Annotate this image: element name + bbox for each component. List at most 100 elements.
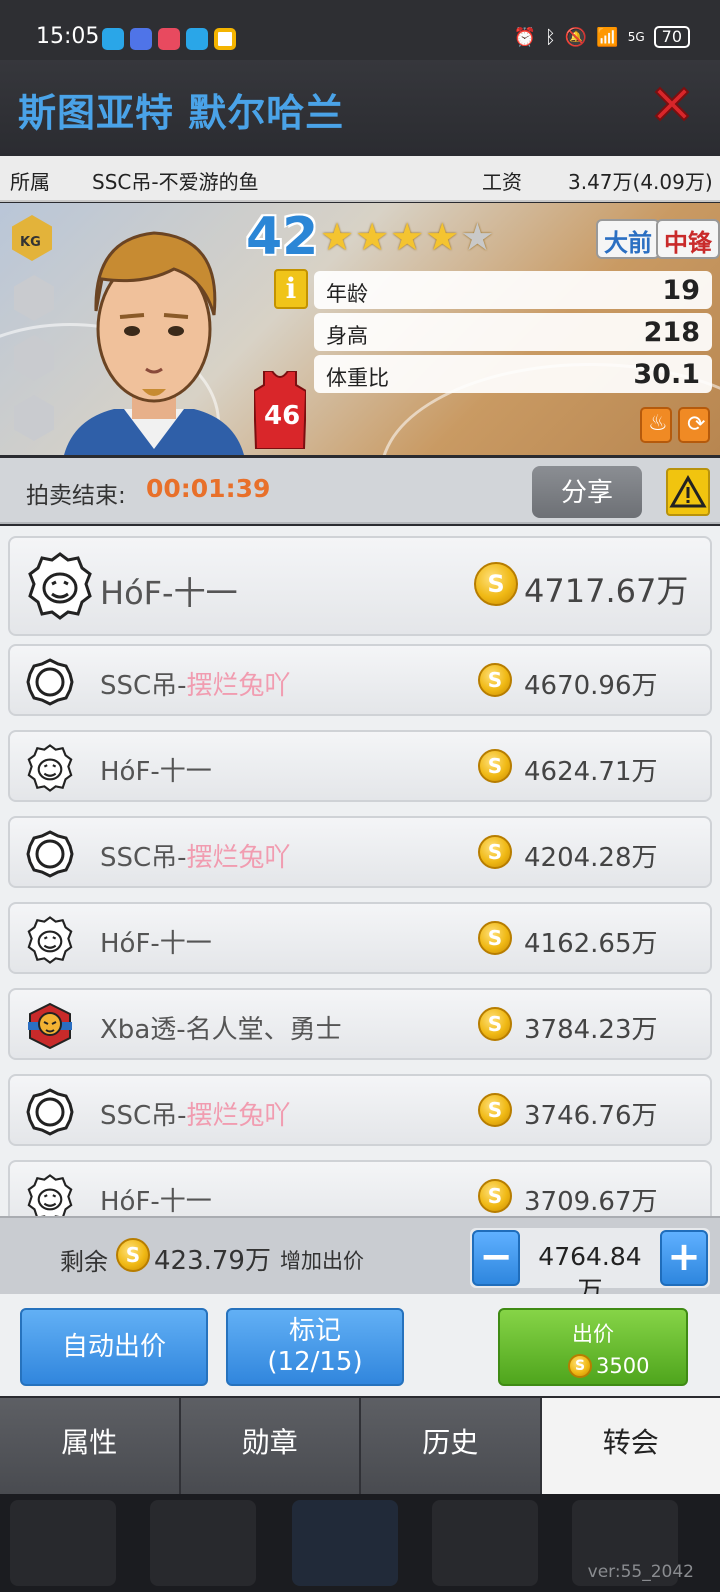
bid-row[interactable]: HóF-十一 S 4162.65万 bbox=[8, 902, 712, 974]
bid-row[interactable]: SSC吊-摆烂兔吖 S 4204.28万 bbox=[8, 816, 712, 888]
nav-ghost-icon bbox=[10, 1500, 116, 1586]
nav-ghost-icon bbox=[150, 1500, 256, 1586]
coin-icon: S bbox=[116, 1238, 150, 1272]
ring-emblem-icon bbox=[26, 658, 74, 706]
locked-slot-icon[interactable] bbox=[14, 275, 54, 321]
network-type: 5G bbox=[627, 30, 645, 44]
place-bid-label: 出价 bbox=[572, 1322, 614, 1346]
coin-icon: S bbox=[478, 921, 512, 955]
auction-end-label: 拍卖结束: bbox=[26, 483, 126, 509]
mail-notification-icon bbox=[130, 28, 152, 50]
team-salary-row: 所属 SSC吊-不爱游的鱼 工资 3.47万(4.09万) bbox=[0, 156, 720, 202]
bid-row[interactable]: HóF-十一 S 3709.67万 bbox=[8, 1160, 712, 1216]
warning-icon[interactable] bbox=[666, 468, 710, 516]
star-icon: ★ bbox=[320, 215, 355, 259]
mark-button[interactable]: 标记 (12/15) bbox=[226, 1308, 404, 1386]
status-time: 15:05 bbox=[36, 24, 100, 49]
tab-history[interactable]: 历史 bbox=[361, 1398, 540, 1494]
share-button[interactable]: 分享 bbox=[532, 466, 642, 518]
star-icon: ★ bbox=[425, 215, 460, 259]
player-avatar bbox=[64, 231, 244, 455]
bid-panel: 剩余 S 423.79万 增加出价 − 4764.84万 + bbox=[0, 1216, 720, 1305]
wifi-icon: 📶 bbox=[596, 26, 619, 48]
nav-ghost-icon bbox=[432, 1500, 538, 1586]
nav-ghost-icon bbox=[292, 1500, 398, 1586]
place-bid-button[interactable]: 出价 S 3500 bbox=[498, 1308, 688, 1386]
book-notification-icon bbox=[158, 28, 180, 50]
bid-team: SSC吊-摆烂兔吖 bbox=[100, 843, 291, 873]
coin-icon: S bbox=[478, 1007, 512, 1041]
player-card: KG 46 42 ★ ★ ★ ★ ★ 大前 中锋 i 年龄 19 身高 218 … bbox=[0, 203, 720, 455]
coin-icon: S bbox=[478, 1179, 512, 1213]
tab-attributes[interactable]: 属性 bbox=[0, 1398, 179, 1494]
mark-count: (12/15) bbox=[267, 1347, 363, 1377]
version-label: ver:55_2042 bbox=[587, 1562, 694, 1582]
pumpkin-emblem-icon bbox=[27, 1174, 73, 1216]
bid-team: HóF-十一 bbox=[100, 757, 212, 787]
bid-amount: 4670.96万 bbox=[524, 671, 658, 701]
info-icon[interactable]: i bbox=[274, 269, 308, 309]
tab-bar: 属性 勋章 历史 转会 bbox=[0, 1398, 720, 1494]
title-bar: 斯图亚特 默尔哈兰 bbox=[0, 60, 720, 153]
coin-icon: S bbox=[478, 663, 512, 697]
tab-medals[interactable]: 勋章 bbox=[180, 1398, 359, 1494]
tab-transfer[interactable]: 转会 bbox=[541, 1398, 720, 1494]
fire-icon[interactable]: ♨ bbox=[640, 407, 672, 443]
auto-bid-button[interactable]: 自动出价 bbox=[20, 1308, 208, 1386]
place-bid-cost: 3500 bbox=[596, 1354, 650, 1378]
bid-row-leading[interactable]: HóF-十一 S 4717.67万 bbox=[8, 536, 712, 636]
browser-notification-icon bbox=[214, 28, 236, 50]
bid-row[interactable]: SSC吊-摆烂兔吖 S 3746.76万 bbox=[8, 1074, 712, 1146]
attribute-age: 年龄 19 bbox=[314, 271, 712, 309]
auction-bar: 拍卖结束: 00:01:39 分享 bbox=[0, 458, 720, 524]
attribute-height: 身高 218 bbox=[314, 313, 712, 351]
increase-bid-button[interactable]: + bbox=[660, 1230, 708, 1286]
salary-value: 3.47万(4.09万) bbox=[568, 170, 713, 194]
coin-icon: S bbox=[478, 835, 512, 869]
bid-row[interactable]: HóF-十一 S 4624.71万 bbox=[8, 730, 712, 802]
bid-amount: 3709.67万 bbox=[524, 1187, 658, 1216]
bid-team: SSC吊-摆烂兔吖 bbox=[100, 1101, 291, 1131]
star-rating: ★ ★ ★ ★ ★ bbox=[320, 217, 494, 257]
bid-amount: 4717.67万 bbox=[524, 572, 689, 610]
position-badge-pf: 大前 bbox=[596, 219, 660, 259]
battery-icon: 70 bbox=[653, 26, 690, 48]
bid-amount: 3746.76万 bbox=[524, 1101, 658, 1131]
auction-countdown: 00:01:39 bbox=[146, 474, 271, 503]
reader-notification-icon bbox=[186, 28, 208, 50]
coin-icon: S bbox=[478, 749, 512, 783]
kg-badge: KG bbox=[12, 215, 52, 261]
bid-team: HóF-十一 bbox=[100, 574, 238, 612]
half-star-icon: ★ bbox=[460, 215, 495, 259]
ring-emblem-icon bbox=[26, 830, 74, 878]
bid-amount: 3784.23万 bbox=[524, 1015, 658, 1045]
pumpkin-emblem-icon bbox=[27, 744, 73, 792]
mark-label: 标记 bbox=[288, 1316, 341, 1346]
close-icon[interactable] bbox=[650, 82, 694, 126]
coin-icon: S bbox=[568, 1354, 592, 1378]
increase-bid-label: 增加出价 bbox=[280, 1249, 364, 1273]
attribute-weight-ratio: 体重比 30.1 bbox=[314, 355, 712, 393]
bid-team: HóF-十一 bbox=[100, 1187, 212, 1216]
salary-label: 工资 bbox=[482, 170, 522, 194]
bid-amount: 4624.71万 bbox=[524, 757, 658, 787]
bid-row[interactable]: SSC吊-摆烂兔吖 S 4670.96万 bbox=[8, 644, 712, 716]
position-badge-c: 中锋 bbox=[656, 219, 720, 259]
player-rating: 42 bbox=[246, 207, 319, 267]
tiger-emblem-icon bbox=[28, 1002, 72, 1050]
jersey-number: 46 bbox=[264, 401, 301, 431]
alarm-icon: ⏰ bbox=[513, 26, 537, 48]
bid-list[interactable]: HóF-十一 S 4717.67万 SSC吊-摆烂兔吖 S 4670.96万 H… bbox=[0, 526, 720, 1216]
decrease-bid-button[interactable]: − bbox=[472, 1230, 520, 1286]
status-bar: 15:05 ⏰ ᛒ 🔕 📶 5G 70 bbox=[0, 0, 720, 60]
pumpkin-emblem-icon bbox=[28, 552, 92, 620]
mute-icon: 🔕 bbox=[564, 26, 588, 48]
team-label: 所属 bbox=[10, 170, 50, 194]
refresh-icon[interactable]: ⟳ bbox=[678, 407, 710, 443]
action-bar: 自动出价 标记 (12/15) 出价 S 3500 bbox=[0, 1294, 720, 1396]
bid-row[interactable]: Xba透-名人堂、勇士 S 3784.23万 bbox=[8, 988, 712, 1060]
ring-emblem-icon bbox=[26, 1088, 74, 1136]
star-icon: ★ bbox=[390, 215, 425, 259]
team-name: SSC吊-不爱游的鱼 bbox=[92, 170, 259, 194]
remaining-label: 剩余 bbox=[60, 1248, 108, 1276]
